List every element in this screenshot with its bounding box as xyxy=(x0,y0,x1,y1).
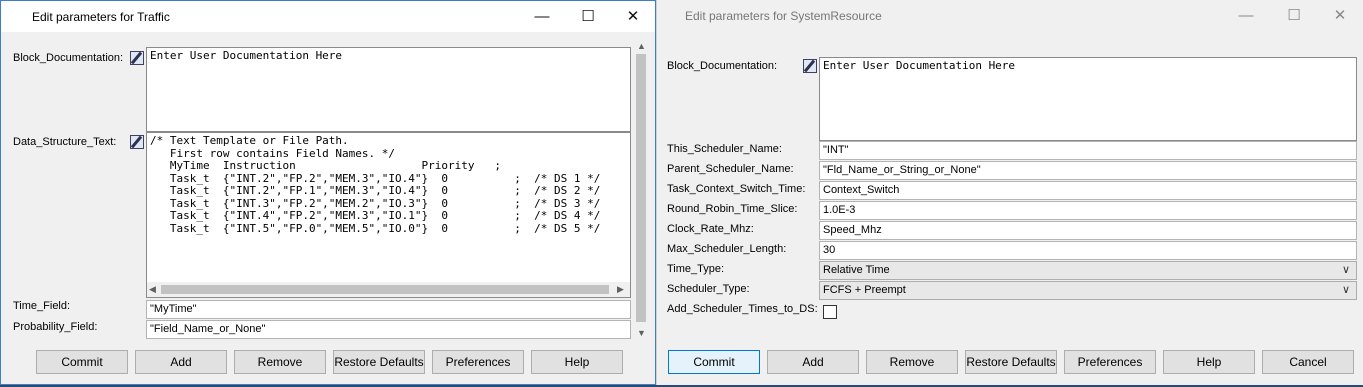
horizontal-scroll-thumb[interactable] xyxy=(161,285,609,294)
cancel-button[interactable]: Cancel xyxy=(1262,350,1354,374)
vertical-scroll-thumb[interactable] xyxy=(636,54,646,322)
parent-scheduler-name-label: Parent_Scheduler_Name: xyxy=(667,163,794,175)
commit-button[interactable]: Commit xyxy=(36,350,128,374)
systemresource-dialog: Edit parameters for SystemResource — ☐ ✕… xyxy=(656,0,1363,387)
time-type-selected-value: Relative Time xyxy=(823,264,890,276)
block-documentation-label: Block_Documentation: xyxy=(667,60,778,72)
max-scheduler-length-label: Max_Scheduler_Length: xyxy=(667,243,787,255)
add-scheduler-times-checkbox[interactable] xyxy=(823,305,837,319)
data-structure-text-label: Data_Structure_Text: xyxy=(13,136,117,148)
probability-field-label: Probability_Field: xyxy=(13,321,98,333)
minimize-icon[interactable]: — xyxy=(519,1,565,32)
time-type-select[interactable]: Relative Time ∨ xyxy=(819,261,1357,280)
scheduler-type-selected-value: FCFS + Preempt xyxy=(823,284,906,296)
clock-rate-mhz-input[interactable]: Speed_Mhz xyxy=(819,221,1357,240)
block-documentation-textarea[interactable]: Enter User Documentation Here xyxy=(146,47,631,132)
this-scheduler-name-input[interactable]: "INT" xyxy=(819,141,1357,160)
restore-defaults-button[interactable]: Restore Defaults xyxy=(965,350,1057,374)
add-button[interactable]: Add xyxy=(767,350,859,374)
help-button[interactable]: Help xyxy=(1163,350,1255,374)
this-scheduler-name-label: This_Scheduler_Name: xyxy=(667,143,782,155)
traffic-window-title: Edit parameters for Traffic xyxy=(32,10,170,24)
scroll-left-icon[interactable]: ◀ xyxy=(149,284,156,295)
chevron-down-icon[interactable]: ∨ xyxy=(1342,263,1350,276)
round-robin-time-slice-label: Round_Robin_Time_Slice: xyxy=(667,203,798,215)
scheduler-type-select[interactable]: FCFS + Preempt ∨ xyxy=(819,281,1357,300)
parent-scheduler-name-input[interactable]: "Fld_Name_or_String_or_None" xyxy=(819,161,1357,180)
preferences-button[interactable]: Preferences xyxy=(1064,350,1156,374)
preferences-button[interactable]: Preferences xyxy=(432,350,524,374)
scheduler-type-label: Scheduler_Type: xyxy=(667,283,750,295)
maximize-icon[interactable]: ☐ xyxy=(565,1,611,32)
round-robin-time-slice-input[interactable]: 1.0E-3 xyxy=(819,201,1357,220)
data-structure-horizontal-scrollbar[interactable]: ◀ ▶ xyxy=(147,282,630,297)
task-context-switch-time-label: Task_Context_Switch_Time: xyxy=(667,183,806,195)
commit-button[interactable]: Commit xyxy=(668,350,760,374)
help-button[interactable]: Help xyxy=(531,350,623,374)
restore-defaults-button[interactable]: Restore Defaults xyxy=(333,350,425,374)
edit-pencil-icon[interactable] xyxy=(803,59,817,73)
traffic-dialog: Edit parameters for Traffic — ☐ ✕ Block_… xyxy=(0,0,656,385)
chevron-down-icon[interactable]: ∨ xyxy=(1342,283,1350,296)
remove-button[interactable]: Remove xyxy=(234,350,326,374)
scroll-right-icon[interactable]: ▶ xyxy=(617,284,624,295)
block-documentation-label: Block_Documentation: xyxy=(13,52,124,64)
minimize-icon[interactable]: — xyxy=(1223,0,1269,31)
task-context-switch-time-input[interactable]: Context_Switch xyxy=(819,181,1357,200)
traffic-vertical-scrollbar[interactable]: ▲ ▼ xyxy=(633,39,649,342)
edit-pencil-icon[interactable] xyxy=(130,135,144,149)
systemresource-window-title: Edit parameters for SystemResource xyxy=(685,9,882,23)
scroll-up-icon[interactable]: ▲ xyxy=(637,41,646,51)
time-field-label: Time_Field: xyxy=(13,300,71,312)
block-documentation-textarea[interactable]: Enter User Documentation Here xyxy=(819,57,1357,141)
remove-button[interactable]: Remove xyxy=(866,350,958,374)
time-field-input[interactable]: "MyTime" xyxy=(146,300,631,319)
systemresource-titlebar[interactable]: Edit parameters for SystemResource — ☐ ✕ xyxy=(657,0,1363,31)
close-icon[interactable]: ✕ xyxy=(1317,0,1363,31)
probability-field-input[interactable]: "Field_Name_or_None" xyxy=(146,320,631,339)
add-scheduler-times-label: Add_Scheduler_Times_to_DS: xyxy=(667,303,818,315)
close-icon[interactable]: ✕ xyxy=(610,1,656,32)
add-button[interactable]: Add xyxy=(135,350,227,374)
traffic-titlebar[interactable]: Edit parameters for Traffic — ☐ ✕ xyxy=(1,1,655,32)
scroll-down-icon[interactable]: ▼ xyxy=(637,328,646,338)
data-structure-textarea[interactable]: /* Text Template or File Path. First row… xyxy=(146,132,631,298)
edit-pencil-icon[interactable] xyxy=(130,51,144,65)
max-scheduler-length-input[interactable]: 30 xyxy=(819,241,1357,260)
time-type-label: Time_Type: xyxy=(667,263,725,275)
maximize-icon[interactable]: ☐ xyxy=(1271,0,1317,31)
clock-rate-mhz-label: Clock_Rate_Mhz: xyxy=(667,223,754,235)
